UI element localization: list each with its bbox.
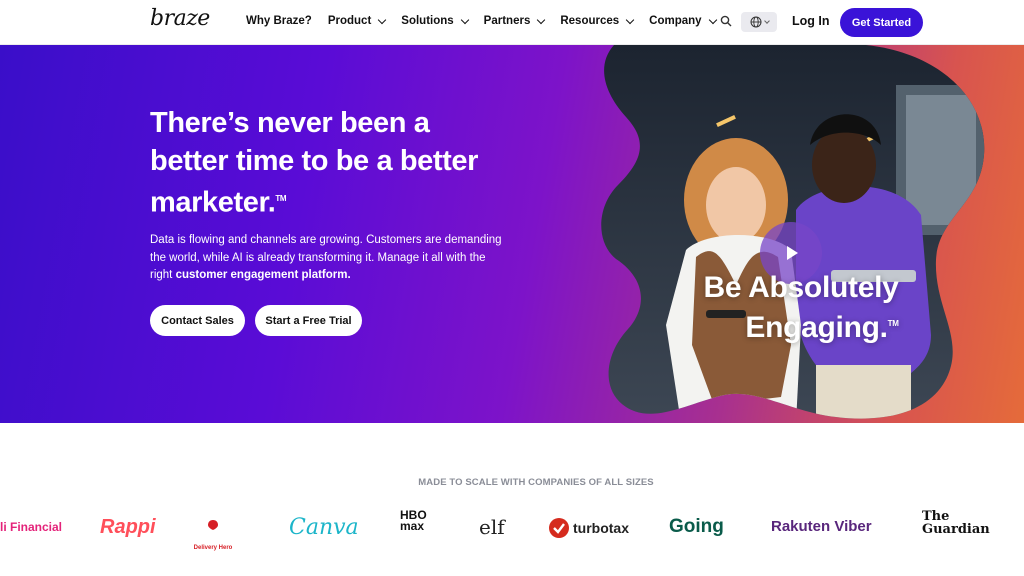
logo-rakuten-viber: Rakuten Viber xyxy=(771,518,872,535)
nav-item-label: Solutions xyxy=(401,15,454,27)
trademark-mark: TM xyxy=(887,319,899,328)
globe-icon xyxy=(750,16,761,28)
play-icon xyxy=(787,246,798,260)
chevron-down-icon xyxy=(460,15,469,24)
nav-item-why-braze[interactable]: Why Braze? xyxy=(246,15,312,27)
chevron-down-icon xyxy=(763,18,770,24)
hero-headline-text: There’s never been a better time to be a… xyxy=(150,107,478,219)
logo-rappi: Rappi xyxy=(100,516,156,538)
top-navigation: braze Why Braze? Product Solutions Partn… xyxy=(0,0,1024,45)
nav-item-resources[interactable]: Resources xyxy=(560,15,635,27)
nav-item-label: Resources xyxy=(560,15,620,27)
chevron-down-icon xyxy=(537,15,546,24)
hero-description: Data is flowing and channels are growing… xyxy=(150,232,510,285)
nav-item-label: Why Braze? xyxy=(246,15,312,27)
nav-item-company[interactable]: Company xyxy=(649,15,717,27)
nav-item-partners[interactable]: Partners xyxy=(483,15,546,27)
nav-item-label: Product xyxy=(327,15,372,27)
login-link[interactable]: Log In xyxy=(792,14,830,28)
nav-item-solutions[interactable]: Solutions xyxy=(401,15,469,27)
get-started-button[interactable]: Get Started xyxy=(840,8,923,37)
logo-elf: elf xyxy=(479,515,505,539)
search-icon[interactable] xyxy=(720,15,732,27)
nav-links: Why Braze? Product Solutions Partners Re… xyxy=(246,15,717,27)
chevron-down-icon xyxy=(625,15,635,24)
chevron-down-icon xyxy=(378,15,387,24)
logo-guardian: The Guardian xyxy=(922,509,990,537)
turbotax-check-icon xyxy=(549,518,569,538)
nav-item-label: Company xyxy=(649,15,702,27)
logo-financial: li Financial xyxy=(0,520,63,534)
delivery-hero-icon xyxy=(208,520,218,530)
platform-link-text[interactable]: customer engagement platform. xyxy=(176,269,351,281)
logo-delivery-hero: Delivery Hero xyxy=(193,518,233,554)
tagline-line-2: Engaging.TM xyxy=(666,306,936,346)
free-trial-button[interactable]: Start a Free Trial xyxy=(255,305,362,336)
trademark-mark: TM xyxy=(275,194,287,203)
nav-item-label: Partners xyxy=(483,15,531,27)
logos-heading: MADE TO SCALE WITH COMPANIES OF ALL SIZE… xyxy=(418,477,654,488)
video-tagline: Be Absolutely Engaging.TM xyxy=(666,270,936,346)
logo-turbotax-text: turbotax xyxy=(573,520,629,536)
logo-delivery-hero-text: Delivery Hero xyxy=(193,545,233,551)
logo-turbotax: turbotax xyxy=(549,518,629,538)
logo-hbo-max: HBO max xyxy=(400,508,427,533)
logo-canva: Canva xyxy=(289,515,359,540)
hero-section: There’s never been a better time to be a… xyxy=(0,45,1024,423)
contact-sales-button[interactable]: Contact Sales xyxy=(150,305,245,336)
customer-logo-strip: li Financial Rappi Delivery Hero Canva H… xyxy=(0,508,1024,551)
tagline-line-1: Be Absolutely xyxy=(703,271,899,304)
tagline-line-2-text: Engaging. xyxy=(745,311,888,344)
nav-item-product[interactable]: Product xyxy=(327,15,387,27)
chevron-down-icon xyxy=(708,15,717,24)
language-selector[interactable] xyxy=(741,12,777,32)
hero-headline: There’s never been a better time to be a… xyxy=(150,105,480,222)
braze-logo[interactable]: braze xyxy=(150,6,210,31)
logo-going: Going xyxy=(669,516,724,537)
